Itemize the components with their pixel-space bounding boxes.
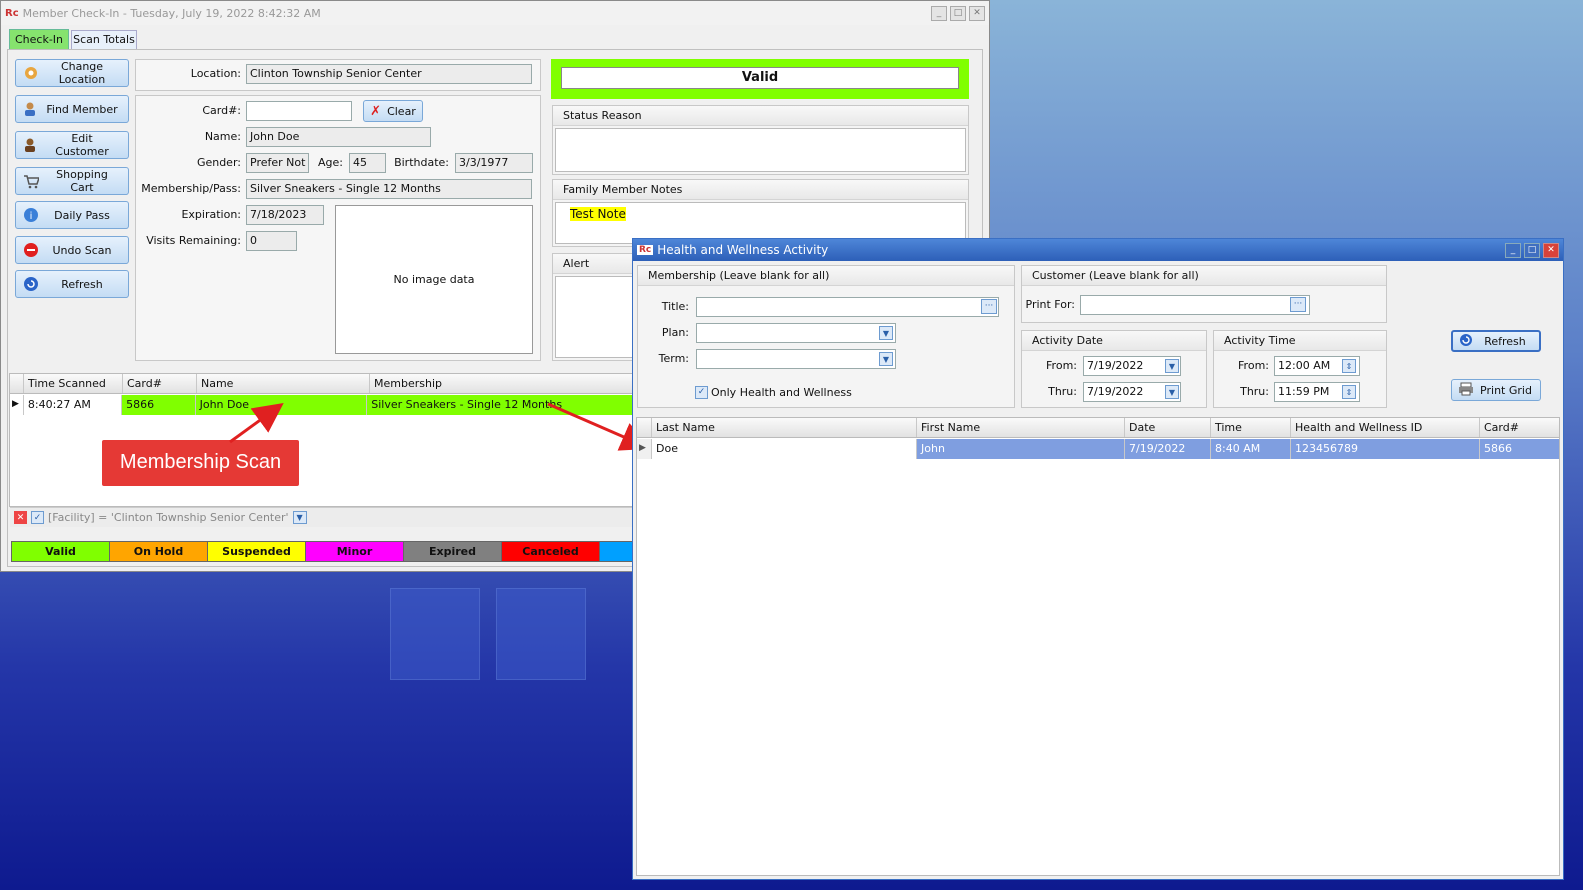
term-dropdown-icon[interactable]: ▼	[879, 352, 893, 366]
health-wellness-window: Rc Health and Wellness Activity _ □ ✕ Me…	[632, 238, 1564, 880]
col-last-name[interactable]: Last Name	[652, 418, 917, 437]
title-label: Title:	[661, 300, 689, 313]
time-from-label: From:	[1238, 359, 1269, 372]
only-hw-label: Only Health and Wellness	[711, 386, 852, 399]
col-hw-id[interactable]: Health and Wellness ID	[1291, 418, 1480, 437]
printer-icon	[1458, 382, 1474, 399]
title-input[interactable]	[696, 297, 999, 317]
print-for-input[interactable]	[1080, 295, 1310, 315]
callout-arrow	[229, 402, 284, 444]
term-select[interactable]	[696, 349, 896, 369]
hw-grid	[636, 417, 1560, 876]
hw-window-title: Health and Wellness Activity	[657, 243, 829, 257]
date-from-label: From:	[1046, 359, 1077, 372]
col-date[interactable]: Date	[1125, 418, 1211, 437]
row-indicator: ▶	[637, 439, 652, 459]
time-from-spin-icon[interactable]: ⇕	[1342, 359, 1356, 373]
print-for-label: Print For:	[1025, 298, 1076, 311]
hw-refresh-button[interactable]: Refresh	[1451, 330, 1541, 352]
hw-maximize-button[interactable]: □	[1524, 242, 1540, 258]
window-arrow	[547, 402, 652, 451]
plan-select[interactable]	[696, 323, 896, 343]
hw-close-button[interactable]: ✕	[1543, 242, 1559, 258]
hw-grid-header: Last Name First Name Date Time Health an…	[637, 418, 1559, 438]
col-time[interactable]: Time	[1211, 418, 1291, 437]
time-thru-label: Thru:	[1240, 385, 1269, 398]
title-lookup-icon[interactable]: ···	[981, 299, 997, 314]
hw-app-icon: Rc	[637, 245, 654, 255]
hw-refresh-icon	[1459, 333, 1473, 350]
print-grid-button[interactable]: Print Grid	[1451, 379, 1541, 401]
col-first-name[interactable]: First Name	[917, 418, 1125, 437]
hw-minimize-button[interactable]: _	[1505, 242, 1521, 258]
print-for-lookup-icon[interactable]: ···	[1290, 297, 1306, 312]
date-thru-label: Thru:	[1048, 385, 1077, 398]
plan-label: Plan:	[661, 326, 689, 339]
term-label: Term:	[658, 352, 689, 365]
date-from-dropdown-icon[interactable]: ▼	[1165, 359, 1179, 373]
time-thru-spin-icon[interactable]: ⇕	[1342, 385, 1356, 399]
col-hw-card[interactable]: Card#	[1480, 418, 1559, 437]
only-hw-checkbox[interactable]: ✓	[695, 386, 708, 399]
hw-title-bar: Rc Health and Wellness Activity _ □ ✕	[633, 239, 1563, 261]
table-row[interactable]: ▶ Doe John 7/19/2022 8:40 AM 123456789 5…	[637, 439, 1559, 459]
date-thru-dropdown-icon[interactable]: ▼	[1165, 385, 1179, 399]
plan-dropdown-icon[interactable]: ▼	[879, 326, 893, 340]
